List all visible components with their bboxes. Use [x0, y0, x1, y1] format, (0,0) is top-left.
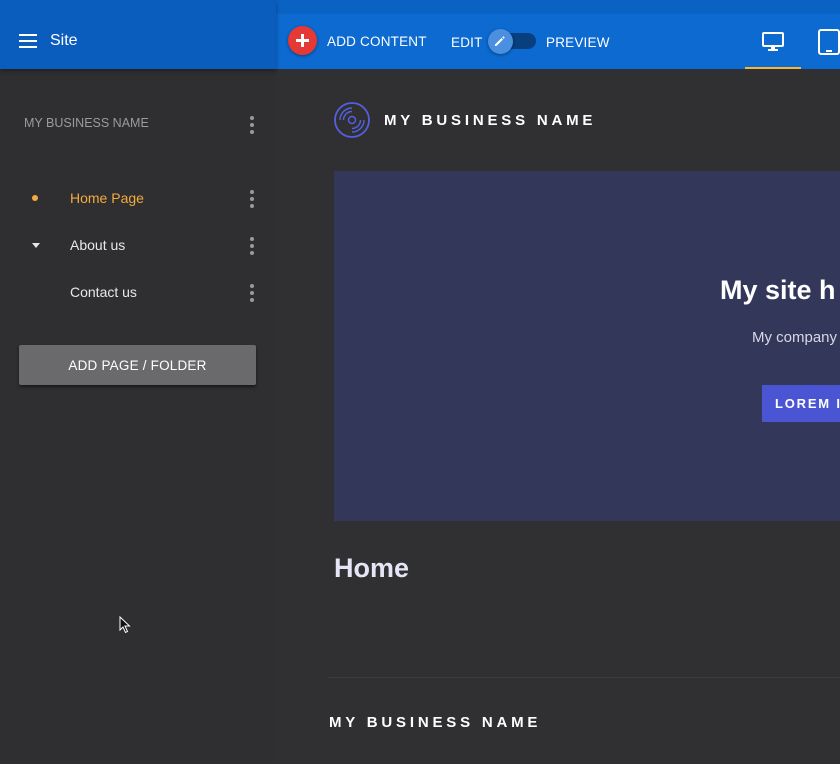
page-item-about[interactable]: About us	[0, 230, 276, 260]
page-item-contact[interactable]: Contact us	[0, 277, 276, 307]
vinyl-record-logo-icon[interactable]	[334, 102, 370, 143]
tablet-icon	[818, 29, 840, 55]
page-more-icon[interactable]	[250, 190, 254, 211]
page-more-icon[interactable]	[250, 237, 254, 258]
page-heading[interactable]: Home	[334, 553, 409, 584]
add-page-folder-button[interactable]: ADD PAGE / FOLDER	[19, 345, 256, 385]
site-preview: MY BUSINESS NAME My site h My company LO…	[276, 69, 840, 764]
current-page-dot-icon	[32, 195, 38, 201]
pencil-icon	[495, 36, 505, 46]
add-content-label[interactable]: ADD CONTENT	[327, 34, 427, 49]
page-item-label[interactable]: About us	[70, 237, 125, 253]
footer-divider	[328, 677, 840, 678]
site-title: Site	[50, 32, 78, 49]
footer-brand-name[interactable]: MY BUSINESS NAME	[329, 714, 541, 731]
hero-title[interactable]: My site h	[720, 275, 836, 306]
hero-cta-button[interactable]: LOREM I	[762, 385, 840, 422]
expand-caret-icon[interactable]	[32, 243, 40, 248]
hero-subtitle[interactable]: My company	[752, 329, 837, 346]
site-header: Site	[0, 0, 276, 69]
desktop-view-tab[interactable]	[745, 14, 801, 69]
hamburger-menu-icon[interactable]	[19, 34, 37, 53]
site-brand-name[interactable]: MY BUSINESS NAME	[384, 112, 596, 129]
edit-mode-label[interactable]: EDIT	[451, 35, 483, 50]
page-item-label[interactable]: Home Page	[70, 190, 144, 206]
toggle-knob[interactable]	[488, 29, 513, 54]
desktop-icon	[762, 32, 784, 51]
mouse-cursor-icon	[119, 615, 131, 639]
business-name-label: MY BUSINESS NAME	[24, 116, 149, 130]
page-item-home[interactable]: Home Page	[0, 183, 276, 213]
pages-sidebar: MY BUSINESS NAME Home Page About us Cont…	[0, 69, 276, 764]
preview-mode-label[interactable]: PREVIEW	[546, 35, 610, 50]
editor-toolbar: ADD CONTENT EDIT PREVIEW	[276, 14, 840, 69]
page-item-label[interactable]: Contact us	[70, 284, 137, 300]
page-more-icon[interactable]	[250, 284, 254, 305]
add-content-button[interactable]	[288, 26, 317, 55]
tablet-view-tab[interactable]	[814, 14, 840, 69]
hero-section[interactable]: My site h My company LOREM I	[334, 171, 840, 521]
business-more-icon[interactable]	[250, 116, 254, 137]
